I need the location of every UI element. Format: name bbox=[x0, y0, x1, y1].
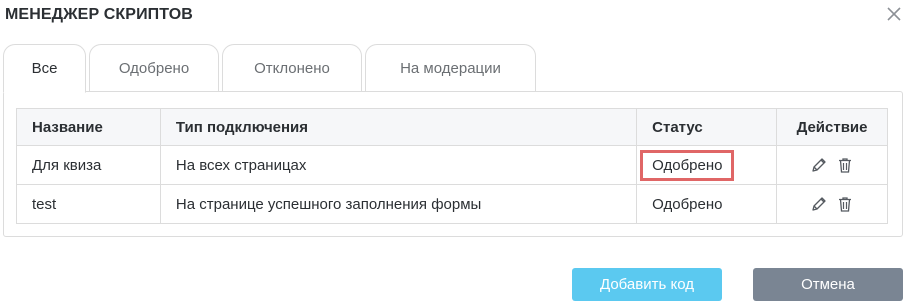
tab-approved[interactable]: Одобрено bbox=[89, 44, 219, 92]
trash-icon[interactable] bbox=[837, 196, 853, 212]
script-name: test bbox=[16, 184, 161, 224]
script-name: Для квиза bbox=[16, 145, 161, 185]
table-row: test На странице успешного заполнения фо… bbox=[16, 184, 888, 224]
script-status-highlighted: Одобрено bbox=[640, 149, 734, 181]
pencil-icon[interactable] bbox=[811, 196, 827, 212]
column-header-action: Действие bbox=[776, 108, 888, 146]
cancel-button[interactable]: Отмена bbox=[753, 268, 903, 301]
script-actions bbox=[776, 184, 888, 224]
script-connection-type: На странице успешного заполнения формы bbox=[159, 184, 638, 224]
column-header-type: Тип подключения bbox=[159, 108, 638, 146]
tab-moderation[interactable]: На модерации bbox=[365, 44, 536, 92]
close-icon bbox=[885, 5, 903, 23]
script-status-cell: Одобрено bbox=[636, 145, 778, 185]
column-header-name: Название bbox=[16, 108, 161, 146]
add-code-button[interactable]: Добавить код bbox=[572, 268, 722, 301]
script-actions bbox=[776, 145, 888, 185]
tab-all[interactable]: Все bbox=[3, 44, 86, 93]
close-button[interactable] bbox=[885, 5, 903, 23]
column-header-status: Статус bbox=[636, 108, 778, 146]
trash-icon[interactable] bbox=[837, 157, 853, 173]
script-connection-type: На всех страницах bbox=[159, 145, 638, 185]
scripts-table: Название Тип подключения Статус Действие… bbox=[16, 108, 888, 224]
table-header-row: Название Тип подключения Статус Действие bbox=[16, 108, 888, 146]
dialog-title: МЕНЕДЖЕР СКРИПТОВ bbox=[5, 6, 193, 23]
tab-rejected[interactable]: Отклонено bbox=[222, 44, 362, 92]
pencil-icon[interactable] bbox=[811, 157, 827, 173]
table-row: Для квиза На всех страницах Одобрено bbox=[16, 145, 888, 185]
script-status: Одобрено bbox=[636, 184, 778, 224]
